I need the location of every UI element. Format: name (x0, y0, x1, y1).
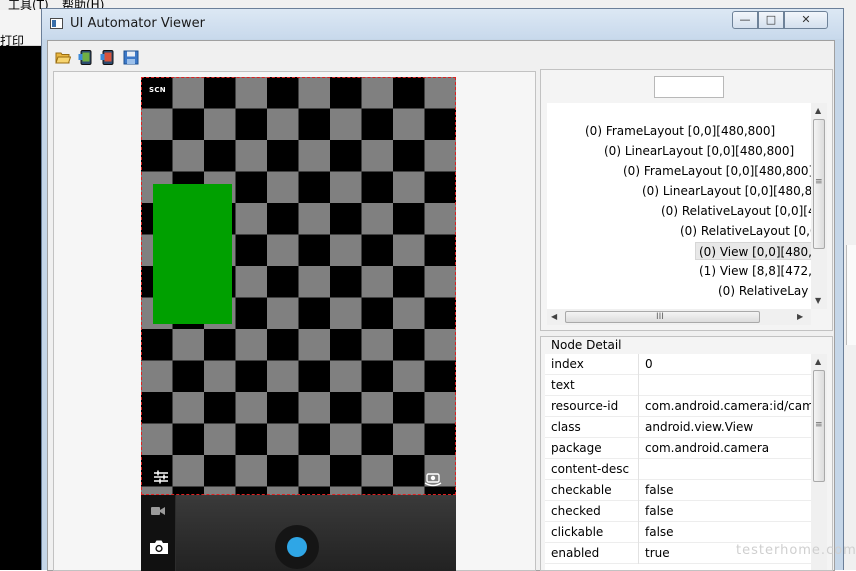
hierarchy-horizontal-scroll-thumb[interactable]: III (565, 311, 760, 323)
detail-key: package (545, 438, 639, 459)
window-title: UI Automator Viewer (70, 16, 206, 31)
scroll-left-arrow-icon[interactable]: ◀ (551, 312, 557, 322)
tree-node[interactable]: (0) LinearLayout [0,0][480,800] (604, 142, 794, 160)
scroll-up-arrow-icon[interactable]: ▲ (815, 357, 821, 367)
detail-key: checked (545, 501, 639, 522)
hierarchy-vertical-scroll-thumb[interactable]: ≡ (813, 119, 825, 249)
table-row[interactable]: clickable false (545, 522, 811, 543)
table-row[interactable]: class android.view.View (545, 417, 811, 438)
minimize-button[interactable]: — (732, 11, 758, 29)
tree-node[interactable]: (1) View [8,8][472, (699, 262, 811, 280)
detail-key: index (545, 354, 639, 375)
node-detail-table[interactable]: index 0 text resource-id com.android.cam… (545, 354, 811, 570)
open-folder-icon[interactable] (55, 50, 71, 65)
table-row[interactable]: package com.android.camera (545, 438, 811, 459)
watermark: testerhome.com (736, 543, 856, 558)
detail-value[interactable]: com.android.camera (639, 438, 811, 459)
node-detail-vertical-scrollbar[interactable]: ▲ ≡ (811, 354, 827, 570)
hierarchy-filter-input[interactable] (654, 76, 724, 98)
table-row[interactable]: resource-id com.android.camera:id/cam (545, 396, 811, 417)
tree-node[interactable]: (0) FrameLayout [0,0][480,800] (623, 162, 811, 180)
scene-mode-label: SCN (149, 86, 166, 94)
node-detail-scroll-thumb[interactable]: ≡ (813, 370, 825, 482)
title-bar[interactable]: UI Automator Viewer — □ ✕ (42, 9, 843, 39)
table-row[interactable]: text (545, 375, 811, 396)
shutter-button[interactable] (275, 525, 319, 569)
maximize-button[interactable]: □ (758, 11, 784, 29)
background-toolbar: 打印 (0, 10, 44, 48)
detail-value[interactable] (639, 375, 811, 396)
scroll-right-arrow-icon[interactable]: ▶ (797, 312, 803, 322)
tree-node[interactable]: (0) RelativeLayout [0,0 (680, 222, 811, 240)
grip-icon: ≡ (815, 177, 823, 187)
tree-node[interactable]: (0) LinearLayout [0,0][480,80 (642, 182, 811, 200)
detail-key: resource-id (545, 396, 639, 417)
tree-node[interactable]: (0) RelativeLayout [0,0][4 (661, 202, 811, 220)
scroll-down-arrow-icon[interactable]: ▼ (815, 296, 821, 306)
grip-icon: ≡ (815, 420, 823, 430)
close-button[interactable]: ✕ (784, 11, 828, 29)
background-dark-panel (0, 46, 44, 570)
device-screenshot-compressed-icon[interactable] (100, 50, 116, 65)
table-row[interactable]: checkable false (545, 480, 811, 501)
tree-node[interactable]: (0) RelativeLay (718, 282, 808, 300)
detail-key: content-desc (545, 459, 639, 480)
background-right-panel (846, 245, 856, 345)
detail-value[interactable]: 0 (639, 354, 811, 375)
selected-node-highlight[interactable] (153, 184, 232, 324)
table-row[interactable]: index 0 (545, 354, 811, 375)
node-detail-panel: Node Detail index 0 text resource-id com… (540, 336, 833, 571)
detail-key: enabled (545, 543, 639, 564)
detail-value[interactable]: com.android.camera:id/cam (639, 396, 811, 417)
node-detail-title: Node Detail (551, 338, 622, 352)
app-icon (50, 18, 63, 29)
detail-value[interactable]: false (639, 480, 811, 501)
photo-mode-icon[interactable] (149, 539, 169, 555)
camera-settings-icon[interactable] (153, 469, 169, 485)
video-mode-icon[interactable] (151, 506, 165, 516)
uiautomator-window: UI Automator Viewer — □ ✕ SCN (0) FrameL… (41, 8, 844, 571)
camera-viewfinder[interactable]: SCN (141, 77, 456, 495)
screenshot-pane: SCN (53, 71, 536, 571)
client-area: SCN (0) FrameLayout [0,0][480,800] (0) L… (47, 40, 835, 571)
tree-node-selected[interactable]: (0) View [0,0][480, (695, 242, 811, 260)
table-row[interactable]: content-desc (545, 459, 811, 480)
detail-key: class (545, 417, 639, 438)
detail-value[interactable] (639, 459, 811, 480)
grip-icon: III (656, 312, 664, 322)
hierarchy-tree[interactable]: (0) FrameLayout [0,0][480,800] (0) Linea… (547, 103, 811, 309)
hierarchy-panel: (0) FrameLayout [0,0][480,800] (0) Linea… (540, 69, 833, 331)
hierarchy-horizontal-scrollbar[interactable]: ◀ III ▶ (547, 309, 811, 325)
right-pane: (0) FrameLayout [0,0][480,800] (0) Linea… (540, 69, 833, 571)
save-icon[interactable] (123, 50, 139, 65)
tree-node[interactable]: (0) FrameLayout [0,0][480,800] (585, 122, 775, 140)
switch-camera-icon[interactable] (423, 469, 443, 487)
table-row[interactable]: checked false (545, 501, 811, 522)
device-screenshot-icon[interactable] (78, 50, 94, 65)
toolbar (48, 41, 834, 69)
device-screen[interactable]: SCN (141, 77, 456, 571)
camera-mode-strip (141, 495, 176, 571)
detail-key: text (545, 375, 639, 396)
detail-value[interactable]: android.view.View (639, 417, 811, 438)
detail-value[interactable]: false (639, 522, 811, 543)
detail-key: clickable (545, 522, 639, 543)
scroll-up-arrow-icon[interactable]: ▲ (815, 106, 821, 116)
detail-key: checkable (545, 480, 639, 501)
hierarchy-vertical-scrollbar[interactable]: ▲ ≡ ▼ (811, 103, 827, 309)
detail-value[interactable]: false (639, 501, 811, 522)
camera-controls-bar (141, 495, 456, 571)
